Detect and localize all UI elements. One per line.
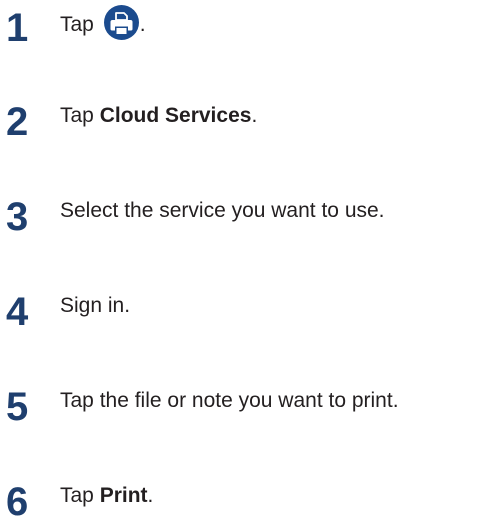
step-text: Tap Print. (60, 482, 153, 510)
step-3: 3 Select the service you want to use. (0, 195, 489, 245)
step-text-bold: Print (99, 484, 148, 507)
step-text-after: . (251, 104, 258, 127)
step-text-after: . (147, 484, 154, 507)
step-text-bold: Cloud Services (99, 104, 252, 127)
step-text-before: Tap (60, 13, 100, 37)
step-1: 1 Tap . (0, 5, 489, 56)
step-text-before: Tap (60, 484, 100, 507)
step-number: 5 (6, 385, 29, 429)
step-5: 5 Tap the file or note you want to print… (0, 385, 489, 435)
step-2: 2 Tap Cloud Services. (0, 100, 489, 150)
step-number: 3 (6, 195, 29, 239)
step-number: 4 (6, 290, 29, 334)
step-number: 6 (6, 480, 29, 524)
step-text: Tap Cloud Services. (60, 102, 257, 130)
step-6: 6 Tap Print. (0, 480, 489, 530)
step-4: 4 Sign in. (0, 290, 489, 340)
step-text: Tap . (60, 5, 146, 43)
step-text-before: Tap (60, 104, 100, 127)
step-text: Sign in. (60, 294, 131, 317)
step-text: Select the service you want to use. (60, 199, 385, 222)
step-text: Tap the file or note you want to print. (60, 389, 399, 412)
step-number: 1 (6, 6, 29, 50)
step-text-after: . (139, 13, 146, 37)
step-number: 2 (6, 100, 29, 144)
print-icon (103, 5, 139, 40)
